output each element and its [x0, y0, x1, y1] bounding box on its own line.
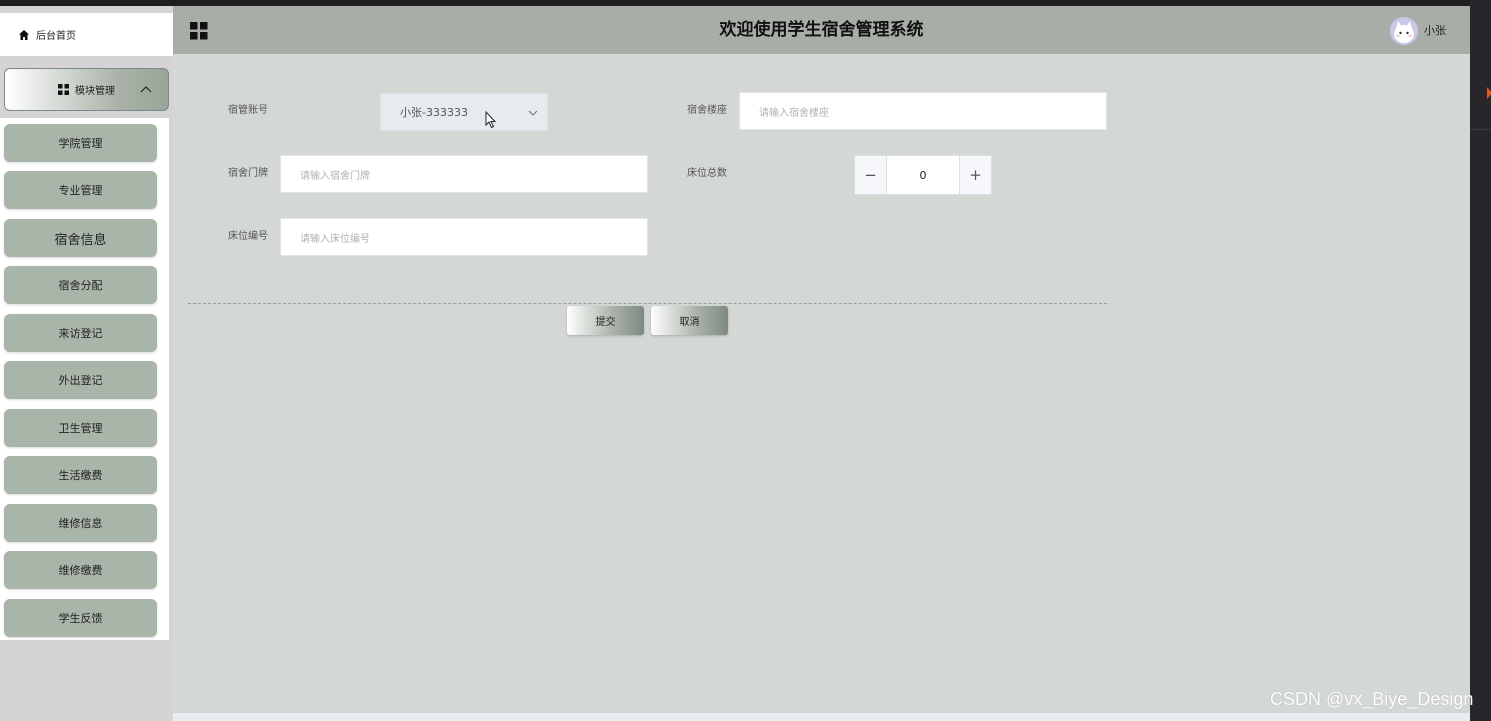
bed-total-value[interactable]: 0	[886, 156, 960, 194]
sidebar-item-repair-info[interactable]: 维修信息	[4, 504, 157, 542]
bed-number-placeholder: 请输入床位编号	[300, 233, 370, 245]
form-divider	[188, 303, 1107, 304]
avatar[interactable]	[1390, 17, 1418, 45]
building-input[interactable]: 请输入宿舍楼座	[739, 92, 1107, 130]
sidebar-item-label: 卫生管理	[58, 422, 103, 435]
manager-account-select[interactable]: 小张-333333	[380, 93, 548, 131]
sidebar-item-college[interactable]: 学院管理	[4, 124, 157, 162]
manager-account-label: 宿管账号	[228, 105, 268, 116]
top-header: 欢迎使用学生宿舍管理系统 小张	[173, 6, 1470, 54]
door-input[interactable]: 请输入宿舍门牌	[280, 155, 648, 193]
sidebar: 后台首页 模块管理 学院管理 专业管理 宿舍信息 宿舍分配 来访登记 外出登记 …	[0, 6, 173, 721]
sidebar-item-label: 学院管理	[58, 137, 103, 150]
sidebar-item-label: 学生反馈	[58, 612, 103, 625]
page-title: 欢迎使用学生宿舍管理系统	[719, 20, 924, 40]
bed-number-label: 床位编号	[228, 231, 268, 242]
building-placeholder: 请输入宿舍楼座	[759, 107, 829, 119]
grid-icon	[58, 84, 69, 95]
sidebar-item-label: 维修缴费	[58, 564, 103, 577]
cancel-button[interactable]: 取消	[651, 306, 728, 335]
door-label: 宿舍门牌	[228, 168, 268, 179]
username[interactable]: 小张	[1424, 22, 1446, 38]
module-management-label: 模块管理	[75, 86, 115, 97]
sidebar-item-repair-fees[interactable]: 维修缴费	[4, 551, 157, 589]
chevron-up-icon	[140, 86, 152, 93]
chevron-down-icon	[528, 110, 538, 116]
bed-number-input[interactable]: 请输入床位编号	[280, 218, 648, 256]
sidebar-item-dorm-assign[interactable]: 宿舍分配	[4, 266, 157, 304]
main-content: 宿管账号 小张-333333 宿舍楼座 请输入宿舍楼座 宿舍门牌 请输入宿舍门牌…	[173, 54, 1470, 713]
sidebar-item-feedback[interactable]: 学生反馈	[4, 599, 157, 637]
manager-account-value: 小张-333333	[400, 106, 468, 119]
sidebar-item-label: 维修信息	[58, 517, 103, 530]
editor-right-gutter	[1470, 0, 1491, 721]
bed-total-stepper: − 0 +	[854, 155, 992, 195]
sidebar-item-living-fees[interactable]: 生活缴费	[4, 456, 157, 494]
sidebar-home-link[interactable]: 后台首页	[0, 13, 173, 56]
sidebar-item-hygiene[interactable]: 卫生管理	[4, 409, 157, 447]
sidebar-item-label: 来访登记	[58, 327, 103, 340]
sidebar-item-major[interactable]: 专业管理	[4, 171, 157, 209]
avatar-cat-icon	[1390, 17, 1418, 45]
home-icon	[19, 29, 29, 40]
sidebar-home-label: 后台首页	[36, 31, 76, 42]
app-window: 后台首页 模块管理 学院管理 专业管理 宿舍信息 宿舍分配 来访登记 外出登记 …	[0, 6, 1470, 721]
sidebar-item-label: 宿舍信息	[54, 232, 107, 248]
increment-button[interactable]: +	[960, 156, 991, 194]
sidebar-item-label: 宿舍分配	[58, 279, 103, 292]
decrement-button[interactable]: −	[855, 156, 886, 194]
door-placeholder: 请输入宿舍门牌	[300, 170, 370, 182]
sidebar-item-visitor[interactable]: 来访登记	[4, 314, 157, 352]
gutter-marker-icon	[1487, 87, 1491, 99]
menu-grid-icon[interactable]	[190, 22, 208, 40]
gutter-divider	[1470, 129, 1491, 130]
sidebar-item-outing[interactable]: 外出登记	[4, 361, 157, 399]
building-label: 宿舍楼座	[687, 105, 727, 116]
mouse-cursor-icon	[485, 111, 497, 129]
sidebar-item-dorm-info[interactable]: 宿舍信息	[4, 219, 157, 257]
sidebar-item-label: 专业管理	[58, 184, 103, 197]
watermark: CSDN @vx_Biye_Design	[1270, 689, 1474, 709]
bed-total-label: 床位总数	[687, 168, 727, 179]
module-management-toggle[interactable]: 模块管理	[4, 68, 169, 111]
sidebar-item-label: 外出登记	[58, 374, 103, 387]
sidebar-item-label: 生活缴费	[58, 469, 103, 482]
module-submenu: 学院管理 专业管理 宿舍信息 宿舍分配 来访登记 外出登记 卫生管理 生活缴费 …	[0, 118, 169, 640]
submit-button[interactable]: 提交	[567, 306, 644, 335]
